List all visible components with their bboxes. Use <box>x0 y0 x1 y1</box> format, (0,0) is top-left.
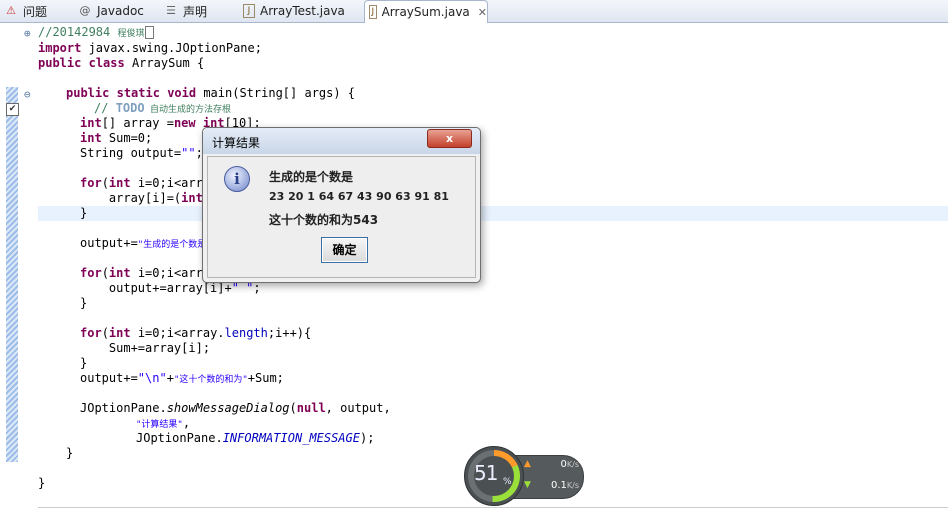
cursor-box <box>144 26 154 39</box>
code-line: } <box>80 296 88 310</box>
code-line: output+=array[i]+" "; <box>80 281 261 295</box>
code-line: } <box>80 356 88 370</box>
upload-speed: ▲ 0K/s <box>524 459 579 470</box>
close-icon[interactable]: ✕ <box>478 6 487 19</box>
tab-label: 问题 <box>23 4 48 19</box>
dialog-body: i 生成的是个数是 23 20 1 64 67 43 90 63 91 81 这… <box>207 156 476 278</box>
code-line: for(int i=0;i<arra <box>80 176 211 190</box>
tab-arraysum[interactable]: J ArraySum.java ✕ <box>364 0 488 23</box>
usage-percent: 51 <box>474 461 498 485</box>
code-line: array[i]=(int <box>80 191 203 205</box>
dialog-message-line-3: 这十个数的和为543 <box>269 213 379 227</box>
code-line: public static void main(String[] args) { <box>66 86 356 100</box>
fold-expand-icon[interactable]: ⊕ <box>24 27 31 40</box>
code-line: } <box>38 476 46 490</box>
code-line: for(int i=0;i<array.length;i++){ <box>80 326 312 340</box>
declaration-icon: ☰ <box>166 4 176 17</box>
code-line: // TODO 自动生成的方法存根 <box>94 101 232 115</box>
usage-percent-sign: % <box>503 477 512 487</box>
editor-tab-bar: ⚠ 问题 @ Javadoc ☰ 声明 J ArrayTest.java J A… <box>0 0 948 23</box>
code-line: output+="\n"+"这十个数的和为"+Sum; <box>80 371 284 385</box>
tab-label: ArraySum.java <box>381 5 470 19</box>
java-file-icon: J <box>369 5 377 19</box>
ok-button[interactable]: 确定 <box>321 237 368 263</box>
dialog-title: 计算结果 <box>212 136 261 150</box>
code-line: JOptionPane.INFORMATION_MESSAGE); <box>136 431 375 445</box>
download-arrow-icon: ▼ <box>524 480 531 490</box>
code-line: String output=""; <box>80 146 203 160</box>
code-line: public class ArraySum { <box>38 56 205 70</box>
usage-gauge: 51 % <box>464 446 524 506</box>
dialog-message-line-2: 23 20 1 64 67 43 90 63 91 81 <box>269 190 449 203</box>
code-line: "计算结果", <box>136 416 191 430</box>
java-file-icon: J <box>243 4 255 18</box>
dialog-title-bar[interactable]: 计算结果 x <box>203 128 480 154</box>
message-dialog: 计算结果 x i 生成的是个数是 23 20 1 64 67 43 90 63 … <box>202 127 481 283</box>
code-line: int Sum=0; <box>80 131 153 145</box>
code-line: output+="生成的是个数是 <box>80 236 207 250</box>
info-icon: i <box>224 166 250 192</box>
network-monitor-widget[interactable]: 51 % ▲ 0K/s ▼ 0.1K/s <box>464 446 584 506</box>
code-line: } <box>66 446 74 460</box>
code-line: //20142984 程俊琪 <box>38 25 154 40</box>
current-line-highlight <box>38 206 948 221</box>
tab-problems[interactable]: ⚠ 问题 <box>4 0 47 22</box>
tab-label: 声明 <box>183 4 208 19</box>
fold-collapse-icon[interactable]: ⊖ <box>24 88 31 101</box>
tab-declaration[interactable]: ☰ 声明 <box>164 0 207 22</box>
upload-arrow-icon: ▲ <box>524 459 531 469</box>
code-line: for(int i=0;i<arra <box>80 266 211 280</box>
task-marker-icon[interactable]: ✔ <box>6 103 19 116</box>
at-icon: @ <box>79 4 91 17</box>
code-line: Sum+=array[i]; <box>80 341 211 355</box>
download-speed: ▼ 0.1K/s <box>524 480 579 491</box>
tab-label: ArrayTest.java <box>260 4 345 18</box>
dialog-close-button[interactable]: x <box>427 129 472 148</box>
dialog-message-line-1: 生成的是个数是 <box>269 170 354 184</box>
code-line: import javax.swing.JOptionPane; <box>38 41 262 55</box>
code-line: } <box>80 206 88 220</box>
change-ruler <box>6 87 18 462</box>
problems-icon: ⚠ <box>6 4 16 17</box>
tab-arraytest[interactable]: J ArrayTest.java <box>243 0 345 22</box>
close-icon: x <box>445 132 454 145</box>
code-line: JOptionPane.showMessageDialog(null, outp… <box>80 401 391 415</box>
tab-javadoc[interactable]: @ Javadoc <box>78 0 144 22</box>
tab-label: Javadoc <box>97 4 144 18</box>
editor-bottom-border <box>38 507 948 508</box>
